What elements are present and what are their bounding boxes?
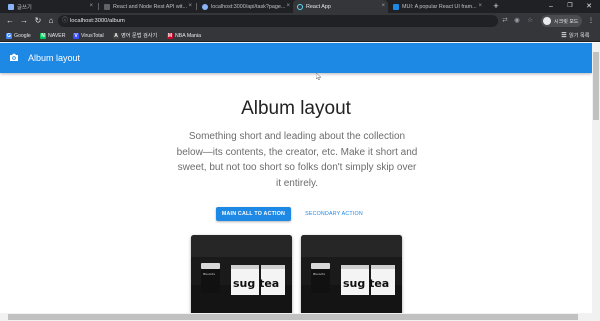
card-image: Biscuits sug tea [301, 235, 402, 315]
browser-toolbar: ← → ↻ ⌂ ⓘ localhost:3000/album ⇄ ◉ ☆ 시크릿… [0, 13, 600, 29]
scrollbar-thumb[interactable] [593, 52, 599, 120]
virustotal-icon: V [73, 32, 79, 39]
tab-react-app[interactable]: React App × [293, 0, 388, 13]
bookmark-google[interactable]: G Google [6, 29, 31, 42]
close-icon[interactable]: × [478, 3, 482, 9]
tab-label: React and Node Rest API wit... [113, 3, 188, 10]
tab-write[interactable]: 글쓰기 × [4, 0, 96, 13]
reload-icon[interactable]: ↻ [32, 15, 44, 27]
bookmark-nba-mania[interactable]: M NBA Mania [167, 29, 201, 42]
vertical-scrollbar[interactable] [592, 43, 600, 321]
camera-icon [10, 53, 18, 61]
jar-text: sug tea [233, 277, 279, 290]
close-icon[interactable]: × [188, 3, 192, 9]
card-image: Biscuits sug tea [191, 235, 292, 315]
back-icon[interactable]: ← [4, 15, 16, 27]
close-icon[interactable]: × [381, 3, 385, 9]
profile-label: 시크릿 모드 [554, 18, 579, 25]
react-icon [297, 3, 303, 10]
app-bar: Album layout [0, 43, 592, 73]
menu-icon[interactable]: ⋮ [586, 16, 596, 26]
main-call-to-action-button[interactable]: MAIN CALL TO ACTION [216, 207, 291, 221]
tab-mui[interactable]: MUI: A popular React UI fram... × [389, 0, 485, 13]
bookmark-star-icon[interactable]: ☆ [525, 16, 535, 26]
app-bar-title: Album layout [28, 53, 81, 63]
bookmark-label: Google [14, 32, 31, 39]
secondary-action-button[interactable]: SECONDARY ACTION [298, 207, 370, 221]
horizontal-scrollbar[interactable] [0, 313, 592, 321]
tab-label: 글쓰기 [17, 4, 32, 11]
album-card[interactable]: Biscuits sug tea [191, 235, 292, 315]
bookmark-label: VirusTotal [81, 32, 104, 39]
tab-react-node-api[interactable]: React and Node Rest API wit... × [100, 0, 195, 13]
browser-tab-strip: 글쓰기 × React and Node Rest API wit... × l… [0, 0, 600, 13]
jar-text: sug tea [343, 277, 389, 290]
url-text: localhost:3000/album [70, 18, 125, 24]
address-bar[interactable]: ⓘ localhost:3000/album [58, 15, 498, 27]
grammar-icon: A [113, 32, 119, 39]
profile-button[interactable]: 시크릿 모드 [541, 15, 583, 27]
close-icon[interactable]: × [286, 3, 290, 9]
jar-label: Biscuits [202, 272, 215, 276]
bookmark-grammar-checker[interactable]: A 영어 문법 검사기 [113, 29, 157, 42]
incognito-eye-icon[interactable]: ◉ [512, 16, 522, 26]
window-close-icon[interactable]: ✕ [583, 0, 595, 13]
maximize-icon[interactable]: ❐ [564, 0, 576, 13]
forward-icon[interactable]: → [18, 15, 30, 27]
bookmark-label: 영어 문법 검사기 [121, 33, 158, 39]
site-info-icon[interactable]: ⓘ [62, 15, 68, 27]
page-icon [8, 3, 14, 10]
minimize-icon[interactable]: – [545, 0, 557, 13]
bookmark-label: NAVER [48, 32, 66, 39]
scrollbar-thumb[interactable] [8, 314, 578, 320]
globe-icon [202, 3, 208, 10]
tab-label: MUI: A popular React UI fram... [402, 3, 477, 10]
nba-icon: M [167, 32, 173, 39]
jar-label: Biscuits [312, 272, 325, 276]
mui-icon [393, 3, 399, 10]
naver-icon: N [40, 32, 46, 39]
cursor-icon [316, 73, 321, 80]
close-icon[interactable]: × [89, 3, 93, 9]
reading-list-label: 읽기 목록 [569, 33, 590, 39]
tab-label: localhost:3000/api/task?page... [211, 3, 286, 10]
bookmark-virustotal[interactable]: V VirusTotal [73, 29, 104, 42]
new-tab-button[interactable]: + [490, 0, 502, 13]
page-subtitle: Something short and leading about the co… [176, 131, 418, 189]
bookmark-label: NBA Mania [175, 32, 201, 39]
reading-list-icon: ☰ [561, 32, 567, 39]
translate-icon[interactable]: ⇄ [500, 16, 510, 26]
page-title: Album layout [241, 98, 351, 119]
reading-list[interactable]: ☰ 읽기 목록 [561, 29, 590, 42]
tab-label: React App [306, 3, 331, 10]
album-card[interactable]: Biscuits sug tea [301, 235, 402, 315]
bookmarks-bar: G Google N NAVER V VirusTotal A 영어 문법 검사… [0, 29, 600, 42]
avatar [543, 17, 551, 25]
google-icon: G [6, 32, 12, 39]
home-icon[interactable]: ⌂ [45, 15, 57, 27]
bookmark-naver[interactable]: N NAVER [40, 29, 66, 42]
site-icon [104, 3, 110, 10]
tab-localhost-api[interactable]: localhost:3000/api/task?page... × [198, 0, 293, 13]
